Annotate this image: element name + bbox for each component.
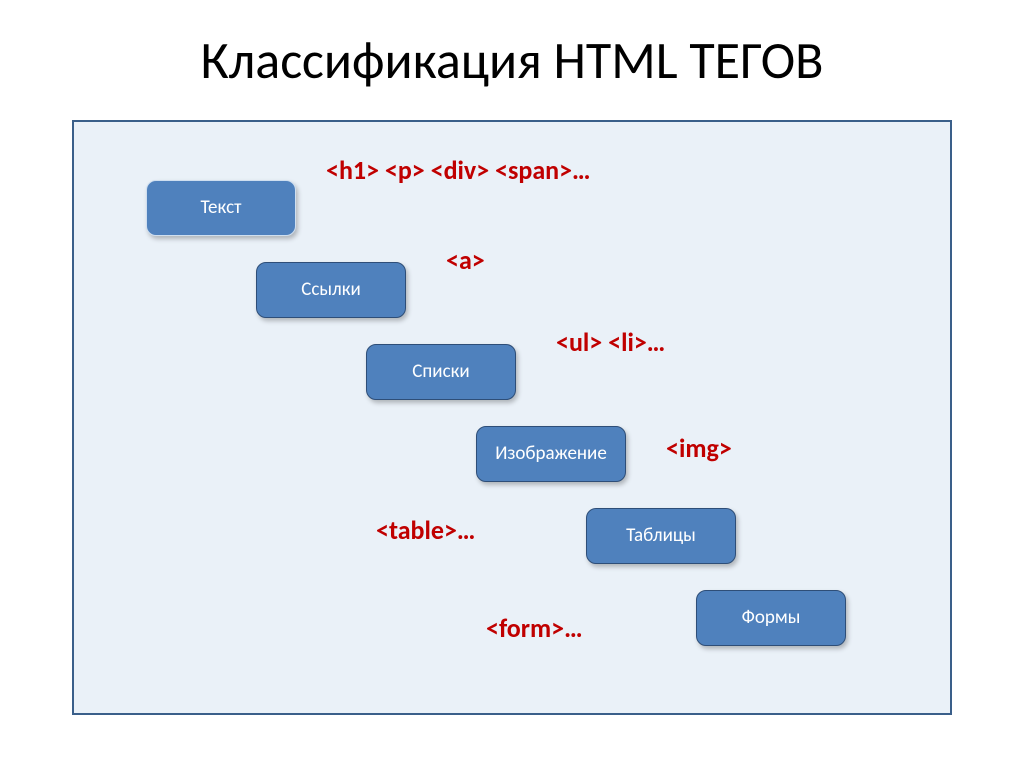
step-label: Текст (200, 198, 241, 219)
diagram-panel: Текст Ссылки Списки Изображение Таблицы … (72, 120, 952, 715)
step-lists: Списки (366, 344, 516, 400)
step-label: Ссылки (301, 280, 361, 301)
step-label: Изображение (495, 444, 607, 465)
step-label: Формы (742, 608, 801, 629)
tags-lists: <ul> <li>… (556, 326, 665, 358)
step-text: Текст (146, 180, 296, 236)
slide: Классификация HTML ТЕГОВ Текст Ссылки Сп… (0, 0, 1024, 767)
tags-text: <h1> <p> <div> <span>… (326, 154, 591, 186)
step-label: Таблицы (626, 526, 696, 547)
slide-title: Классификация HTML ТЕГОВ (0, 28, 1024, 92)
tags-links: <a> (446, 244, 485, 276)
tags-image: <img> (666, 432, 732, 464)
step-label: Списки (412, 362, 469, 383)
tags-tables: <table>… (376, 514, 475, 546)
step-tables: Таблицы (586, 508, 736, 564)
step-image: Изображение (476, 426, 626, 482)
tags-forms: <form>… (486, 612, 583, 644)
step-forms: Формы (696, 590, 846, 646)
step-links: Ссылки (256, 262, 406, 318)
